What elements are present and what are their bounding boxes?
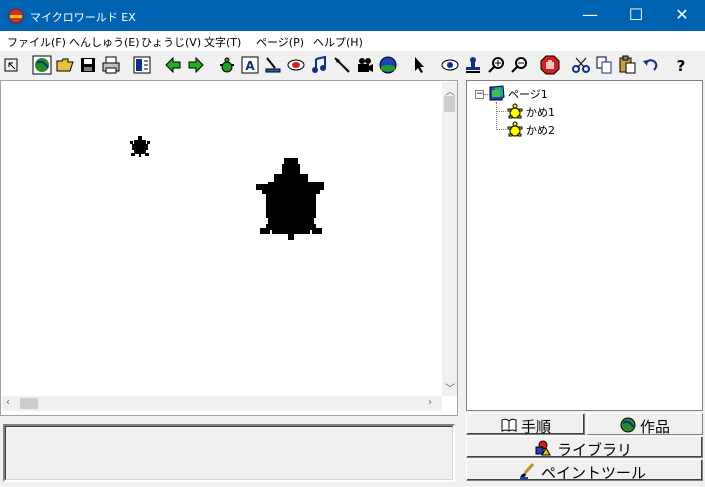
slider-icon[interactable] [332, 55, 352, 75]
tab-project[interactable]: 作品 [587, 413, 703, 436]
menu-help[interactable]: ヘルプ(H) [313, 34, 363, 50]
drawing-canvas-panel: ︿ ﹀ ‹ › [0, 80, 458, 416]
button-icon[interactable] [286, 55, 306, 75]
svg-text:?: ? [677, 57, 686, 75]
pointer-icon[interactable] [409, 55, 429, 75]
app-logo-icon [8, 8, 24, 24]
paint-icon[interactable] [263, 55, 283, 75]
eye-icon[interactable] [440, 55, 460, 75]
horizontal-scroll-thumb[interactable] [20, 398, 38, 409]
tab-procedures[interactable]: 手順 [466, 413, 585, 436]
open-folder-icon[interactable] [55, 55, 75, 75]
tab-label-project: 作品 [640, 418, 671, 436]
window-title: マイクロワールド EX [30, 11, 136, 24]
cut-icon[interactable] [571, 55, 591, 75]
globe-icon[interactable] [32, 55, 52, 75]
back-arrow-icon[interactable] [163, 55, 183, 75]
turtle-small[interactable] [130, 136, 150, 160]
menu-bar: ファイル(F) へんしゅう(E) ひょうじ(V) 文字(T) ページ(P) ヘル… [0, 31, 705, 51]
paste-icon[interactable] [617, 55, 637, 75]
undo-icon[interactable] [640, 55, 660, 75]
book-icon [501, 418, 517, 432]
tree-connector [496, 129, 506, 130]
project-tree-panel: − ページ1 かめ1 かめ2 [466, 80, 703, 411]
command-center-inner [5, 426, 453, 480]
select-arrow-icon[interactable] [2, 55, 22, 75]
toolbar: A ? [0, 51, 705, 80]
tree-label-turtle-1: かめ1 [526, 106, 555, 119]
globe-blue-icon[interactable] [378, 55, 398, 75]
new-turtle-icon[interactable] [217, 55, 237, 75]
tab-library[interactable]: ライブラリ [466, 436, 703, 459]
scroll-left-icon[interactable]: ‹ [6, 397, 10, 408]
drawing-canvas[interactable] [2, 82, 441, 396]
save-disk-icon[interactable] [78, 55, 98, 75]
tree-connector [496, 102, 497, 130]
music-icon[interactable] [309, 55, 329, 75]
menu-view[interactable]: ひょうじ(V) [141, 34, 201, 50]
stop-hand-icon[interactable] [540, 55, 560, 75]
command-center[interactable] [3, 424, 455, 482]
turtle-large[interactable] [256, 158, 328, 244]
scroll-right-icon[interactable]: › [428, 397, 432, 408]
tree-label-page: ページ1 [508, 88, 548, 101]
stamp-icon[interactable] [463, 55, 483, 75]
title-bar: マイクロワールド EX — ☐ ✕ [0, 0, 705, 31]
turtle-icon [507, 121, 523, 137]
globe-icon [620, 417, 636, 433]
turtle-icon [507, 103, 523, 119]
help-icon[interactable]: ? [671, 55, 691, 75]
canvas-vertical-scrollbar[interactable]: ︿ ﹀ [442, 82, 457, 396]
menu-edit[interactable]: へんしゅう(E) [69, 34, 140, 50]
movie-icon[interactable] [355, 55, 375, 75]
menu-file[interactable]: ファイル(F) [7, 34, 66, 50]
paintbrush-icon [520, 463, 535, 479]
vertical-scroll-thumb[interactable] [444, 96, 455, 112]
minimize-button[interactable]: — [567, 0, 613, 31]
zoom-out-icon[interactable] [509, 55, 529, 75]
svg-text:A: A [245, 59, 255, 73]
tree-label-turtle-2: かめ2 [526, 124, 555, 137]
close-button[interactable]: ✕ [659, 0, 705, 31]
scroll-down-icon[interactable]: ﹀ [445, 380, 455, 395]
shapes-icon [535, 440, 551, 456]
zoom-in-icon[interactable] [486, 55, 506, 75]
menu-text[interactable]: 文字(T) [204, 34, 241, 50]
print-icon[interactable] [101, 55, 121, 75]
tab-label-paint-tools: ペイントツール [541, 464, 647, 482]
layout-icon[interactable] [132, 55, 152, 75]
tab-label-library: ライブラリ [557, 441, 633, 459]
menu-page[interactable]: ページ(P) [256, 34, 304, 50]
tree-connector [496, 111, 506, 112]
tab-label-procedures: 手順 [521, 418, 552, 436]
text-box-icon[interactable]: A [240, 55, 260, 75]
canvas-horizontal-scrollbar[interactable]: ‹ › [2, 396, 442, 411]
page-icon [489, 85, 505, 101]
tree-collapse-toggle[interactable]: − [475, 90, 484, 99]
copy-icon[interactable] [594, 55, 614, 75]
tab-paint-tools[interactable]: ペイントツール [466, 459, 703, 482]
maximize-button[interactable]: ☐ [613, 0, 659, 31]
forward-arrow-icon[interactable] [186, 55, 206, 75]
